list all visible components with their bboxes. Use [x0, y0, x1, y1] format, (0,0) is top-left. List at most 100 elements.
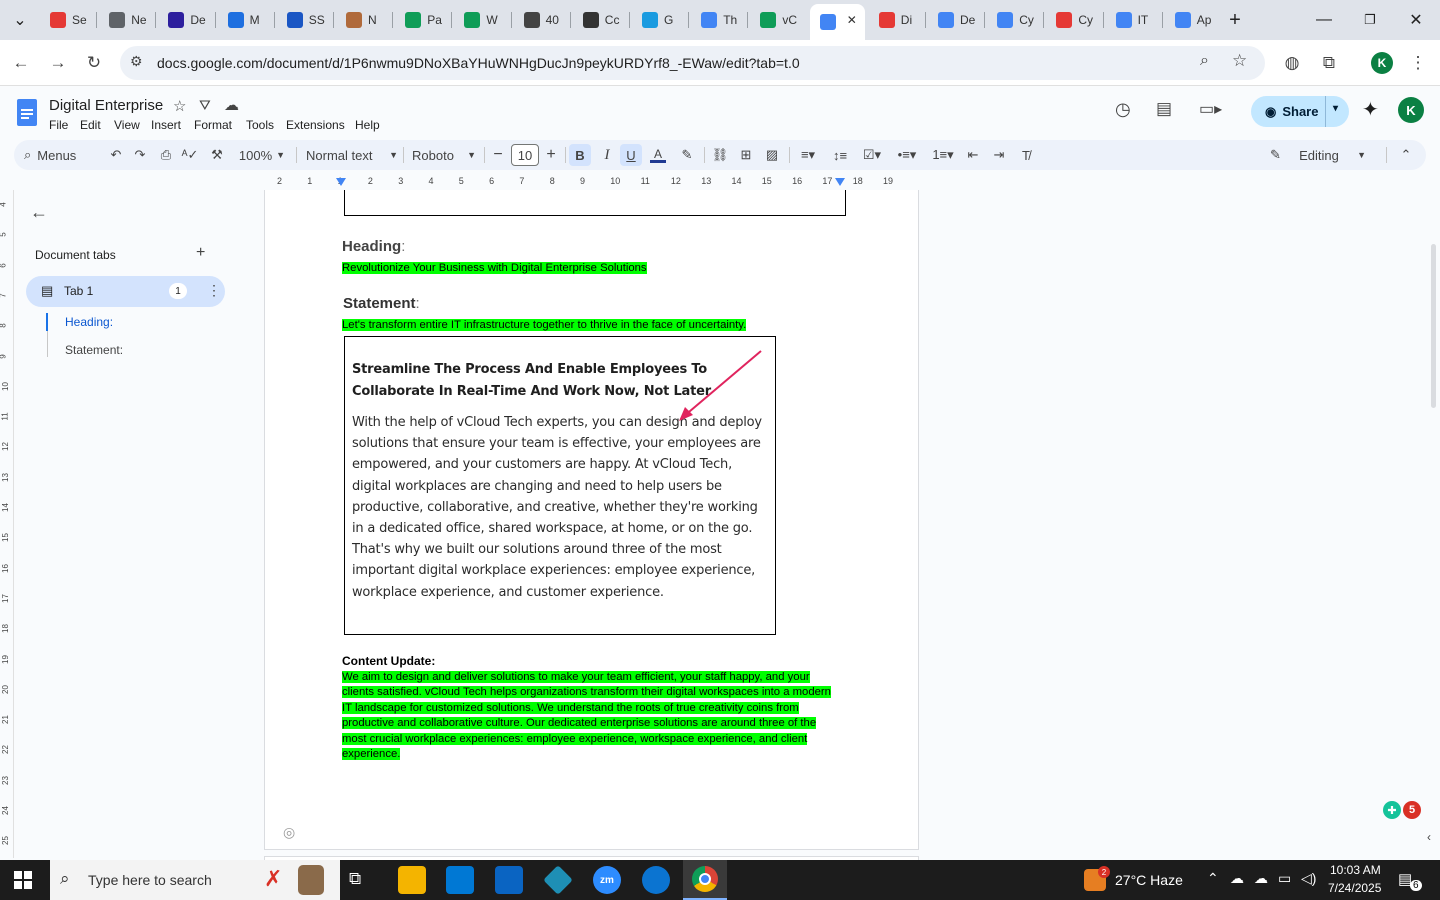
increase-indent-icon[interactable]: ⇥	[988, 144, 1010, 166]
undo-icon[interactable]: ↶	[106, 144, 126, 166]
checklist-icon[interactable]: ☑▾	[857, 144, 887, 166]
scrollbar-thumb[interactable]	[1431, 244, 1436, 408]
chrome-taskbar-button[interactable]	[683, 860, 727, 900]
new-tab-icon[interactable]: +	[1223, 8, 1247, 32]
vertical-ruler[interactable]: 4 5 6 7 8 9 10 11 12 13 14 15 16 17 18 19 20 21 22 23 24 25	[0, 190, 14, 858]
browser-tab[interactable]: ✕	[809, 4, 865, 40]
extension-badge[interactable]: 5	[1403, 801, 1421, 819]
clock-time[interactable]: 10:03 AM	[1330, 863, 1381, 877]
add-comment-icon[interactable]: ⊞	[735, 144, 757, 166]
right-indent-marker-icon[interactable]	[835, 178, 845, 186]
restore-icon[interactable]: ❐	[1358, 8, 1382, 32]
docs-logo-icon[interactable]	[17, 99, 37, 126]
grammarly-icon[interactable]: ✚	[1383, 801, 1401, 819]
side-panel-toggle-icon[interactable]: ‹	[1427, 830, 1431, 844]
decrease-indent-icon[interactable]: ⇤	[962, 144, 984, 166]
browser-tab[interactable]: Di	[869, 6, 924, 34]
browser-tab[interactable]: Ne	[99, 6, 154, 34]
browser-tab[interactable]: Th	[691, 6, 746, 34]
italic-button[interactable]: I	[596, 144, 618, 166]
browser-tab[interactable]: G	[632, 6, 687, 34]
edge-icon[interactable]	[642, 866, 670, 894]
document-page[interactable]: Heading: Revolutionize Your Business wit…	[264, 190, 919, 850]
browser-tab[interactable]: IT	[1106, 6, 1161, 34]
bulleted-list-icon[interactable]: •≡▾	[892, 144, 922, 166]
previous-text-box[interactable]	[344, 190, 846, 216]
menus-search[interactable]: ⌕ Menus	[24, 144, 104, 166]
star-icon[interactable]: ☆	[173, 97, 186, 115]
menu-item[interactable]: Extensions	[286, 118, 345, 132]
content-update-text[interactable]: We aim to design and deliver solutions t…	[342, 670, 838, 762]
browser-tab[interactable]: Cc	[573, 6, 628, 34]
browser-tab[interactable]: De	[928, 6, 983, 34]
reload-icon[interactable]: ↻	[81, 50, 107, 76]
browser-tab[interactable]: Cy	[987, 6, 1042, 34]
tab-search-icon[interactable]: ⌄	[8, 8, 32, 32]
paint-format-icon[interactable]: ⚒	[207, 144, 227, 166]
share-dropdown-icon[interactable]: ▾	[1333, 103, 1338, 114]
forward-icon[interactable]: →	[45, 50, 71, 76]
spellcheck-icon[interactable]: ᴬ✓	[180, 144, 200, 166]
task-view-icon[interactable]: ⧉	[349, 869, 361, 889]
browser-tab[interactable]: vC	[750, 6, 805, 34]
browser-tab[interactable]: SS	[277, 6, 332, 34]
show-hidden-icons-icon[interactable]: ⌃	[1207, 870, 1219, 887]
url-text[interactable]: docs.google.com/document/d/1P6nwmu9DNoXB…	[157, 55, 800, 71]
clear-formatting-icon[interactable]: T̸	[1015, 144, 1037, 166]
statement-text[interactable]: Let's transform entire IT infrastructure…	[342, 319, 747, 331]
menu-item[interactable]: Tools	[246, 118, 274, 132]
redo-icon[interactable]: ↷	[130, 144, 150, 166]
menu-item[interactable]: Edit	[80, 118, 101, 132]
highlight-icon[interactable]: ✎	[676, 144, 698, 166]
app-icon[interactable]	[543, 865, 573, 895]
menu-item[interactable]: Format	[194, 118, 232, 132]
menu-item[interactable]: Insert	[151, 118, 181, 132]
share-button[interactable]: ◉ Share ▾	[1251, 96, 1349, 127]
store-icon[interactable]	[446, 866, 474, 894]
site-info-icon[interactable]: ⚙	[130, 53, 143, 70]
mail-icon[interactable]	[495, 866, 523, 894]
move-icon[interactable]: ⛛	[199, 97, 211, 114]
browser-tab[interactable]: W	[454, 6, 509, 34]
font-select[interactable]: Roboto ▼	[412, 144, 476, 166]
browser-tab[interactable]: Cy	[1046, 6, 1101, 34]
translate-icon[interactable]: ◍	[1279, 50, 1305, 76]
hide-menus-icon[interactable]: ⌃	[1396, 144, 1416, 166]
outline-item-statement[interactable]: Statement:	[65, 343, 123, 357]
volume-icon[interactable]: ◁)	[1301, 870, 1316, 887]
style-select[interactable]: Normal text ▼	[306, 144, 398, 166]
cloud-sync-icon[interactable]: ☁	[1254, 870, 1268, 887]
browser-menu-icon[interactable]: ⋮	[1405, 50, 1431, 76]
content-text-box[interactable]: Streamline The Process And Enable Employ…	[344, 336, 776, 635]
weather-text[interactable]: 27°C Haze	[1115, 872, 1183, 888]
cloud-status-icon[interactable]: ☁	[224, 96, 239, 114]
link-icon[interactable]: ⛓	[709, 144, 731, 166]
browser-tab[interactable]: Pa	[395, 6, 450, 34]
user-avatar[interactable]: K	[1398, 97, 1424, 123]
increase-font-size-icon[interactable]: +	[543, 144, 559, 166]
print-icon[interactable]: ⎙	[156, 144, 176, 166]
line-spacing-icon[interactable]: ↕≡	[829, 144, 851, 166]
back-icon[interactable]: ←	[8, 50, 34, 76]
menu-item[interactable]: Help	[355, 118, 380, 132]
underline-button[interactable]: U	[620, 144, 642, 166]
bookmark-star-icon[interactable]: ☆	[1232, 51, 1247, 71]
close-outline-icon[interactable]: ←	[30, 202, 48, 223]
browser-tab[interactable]: Ap	[1165, 6, 1220, 34]
file-explorer-icon[interactable]	[398, 866, 426, 894]
zoom-select[interactable]: 100% ▼	[236, 144, 288, 166]
zoom-icon[interactable]: ⌕	[1200, 52, 1209, 70]
minimize-icon[interactable]: —	[1312, 8, 1336, 32]
browser-tab[interactable]: Se	[40, 6, 95, 34]
browser-tab[interactable]: 40	[514, 6, 569, 34]
sidebar-item-tab-1[interactable]: ▤ Tab 1 1 ⋮	[26, 276, 225, 307]
gemini-icon[interactable]: ✦	[1362, 97, 1379, 122]
decrease-font-size-icon[interactable]: −	[490, 144, 506, 166]
taskbar-search[interactable]: ⌕ Type here to search ✗	[50, 860, 340, 900]
onedrive-icon[interactable]: ☁	[1230, 870, 1244, 887]
browser-tab[interactable]: De	[158, 6, 213, 34]
tab-options-icon[interactable]: ⋮	[207, 282, 221, 299]
extensions-icon[interactable]: ⧉	[1316, 50, 1342, 76]
zoom-app-icon[interactable]: zm	[593, 866, 621, 894]
clock-date[interactable]: 7/24/2025	[1328, 881, 1381, 895]
